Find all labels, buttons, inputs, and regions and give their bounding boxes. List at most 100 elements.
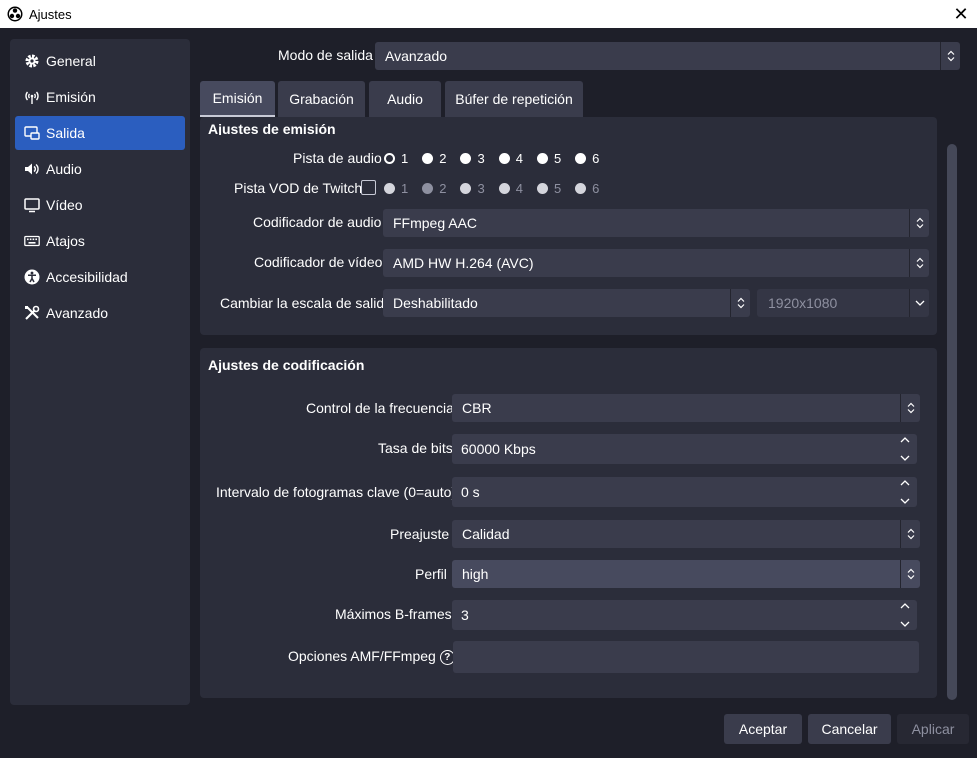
output-mode-value: Avanzado <box>385 48 448 64</box>
rate-control-label: Control de la frecuencia <box>306 400 454 416</box>
audio-track-radio-2[interactable]: 2 <box>422 151 446 166</box>
preset-label: Preajuste <box>390 526 450 542</box>
vod-track-radio-2[interactable]: 2 <box>422 181 446 196</box>
sidebar-item-stream[interactable]: Emisión <box>15 80 185 114</box>
sidebar-item-hotkeys[interactable]: Atajos <box>15 224 185 258</box>
monitor-icon <box>23 196 41 214</box>
stream-settings-title-clip: Ajustes de emisión <box>200 117 937 135</box>
rate-control-select[interactable]: CBR <box>452 394 920 422</box>
vod-track-radio-5[interactable]: 5 <box>536 181 561 196</box>
profile-select[interactable]: high <box>452 560 920 588</box>
vod-track-radio-3[interactable]: 3 <box>460 181 485 196</box>
keyframe-interval-spinbox[interactable]: 0 s <box>452 477 917 507</box>
amf-options-label: Opciones AMF/FFmpeg? <box>288 648 455 665</box>
accessibility-icon <box>23 268 41 286</box>
audio-track-radio-4[interactable]: 4 <box>498 151 523 166</box>
spin-arrows-icon[interactable] <box>899 603 911 627</box>
rescale-resolution-combo[interactable]: 1920x1080 <box>757 289 929 317</box>
bframes-spinbox[interactable]: 3 <box>452 600 917 630</box>
audio-track-radio-3[interactable]: 3 <box>460 151 485 166</box>
sidebar-item-output[interactable]: Salida <box>15 116 185 150</box>
obs-icon <box>7 6 23 22</box>
sidebar-item-accessibility[interactable]: Accesibilidad <box>15 260 185 294</box>
speaker-icon <box>23 160 41 178</box>
updown-arrows-icon <box>909 209 929 237</box>
gear-icon <box>23 52 41 70</box>
rescale-select[interactable]: Deshabilitado <box>383 289 750 317</box>
sidebar-item-label: General <box>46 53 96 69</box>
audio-encoder-select[interactable]: FFmpeg AAC <box>383 209 929 237</box>
output-icon <box>23 124 41 142</box>
updown-arrows-icon <box>900 394 920 422</box>
tools-icon <box>23 304 41 322</box>
sidebar-item-audio[interactable]: Audio <box>15 152 185 186</box>
audio-track-label: Pista de audio <box>293 150 382 166</box>
sidebar-item-label: Emisión <box>46 89 96 105</box>
output-mode-label: Modo de salida <box>278 47 373 63</box>
audio-track-radio-6[interactable]: 6 <box>575 151 599 166</box>
vod-track-radio-6[interactable]: 6 <box>575 181 599 196</box>
keyframe-interval-label: Intervalo de fotogramas clave (0=auto) <box>216 484 457 500</box>
cancel-button[interactable]: Cancelar <box>808 714 891 744</box>
vod-track-checkbox[interactable] <box>361 180 376 195</box>
window-title: Ajustes <box>29 6 72 22</box>
spin-arrows-icon[interactable] <box>899 437 911 461</box>
title-bar: Ajustes ✕ <box>0 0 977 28</box>
bframes-label: Máximos B-frames <box>335 606 452 622</box>
tab-replay-buffer[interactable]: Búfer de repetición <box>445 81 583 117</box>
sidebar-item-video[interactable]: Vídeo <box>15 188 185 222</box>
audio-encoder-label: Codificador de audio <box>253 214 382 230</box>
rescale-label: Cambiar la escala de salida <box>220 295 392 311</box>
video-encoder-select[interactable]: AMD HW H.264 (AVC) <box>383 249 929 277</box>
close-button[interactable]: ✕ <box>945 0 977 28</box>
accept-button[interactable]: Aceptar <box>724 714 802 744</box>
tab-label: Búfer de repetición <box>455 91 573 107</box>
tab-label: Audio <box>387 91 423 107</box>
vod-track-radio-1[interactable]: 1 <box>384 181 408 196</box>
audio-encoder-value: FFmpeg AAC <box>393 215 478 231</box>
amf-options-label-text: Opciones AMF/FFmpeg <box>288 648 436 664</box>
audio-track-radio-1[interactable]: 1 <box>384 151 408 166</box>
video-encoder-label: Codificador de vídeo <box>254 254 383 270</box>
encoder-settings-title: Ajustes de codificación <box>208 357 365 373</box>
sidebar-item-label: Audio <box>46 161 82 177</box>
preset-select[interactable]: Calidad <box>452 520 920 548</box>
chevron-down-icon <box>909 289 929 317</box>
sidebar-item-label: Accesibilidad <box>46 269 128 285</box>
scrollbar-thumb[interactable] <box>947 144 957 700</box>
profile-value: high <box>462 566 489 582</box>
settings-sidebar: General Emisión Salida Audio Vídeo Atajo… <box>10 39 190 705</box>
video-encoder-value: AMD HW H.264 (AVC) <box>393 255 534 271</box>
output-mode-select[interactable]: Avanzado <box>375 42 960 70</box>
preset-value: Calidad <box>462 526 510 542</box>
audio-track-radio-5[interactable]: 5 <box>536 151 561 166</box>
vod-track-label: Pista VOD de Twitch <box>234 180 363 196</box>
bframes-value: 3 <box>461 607 469 623</box>
profile-label: Perfil <box>415 566 447 582</box>
audio-track-radios: 1 2 3 4 5 6 <box>384 148 607 168</box>
tab-audio[interactable]: Audio <box>369 81 441 117</box>
updown-arrows-icon <box>940 42 960 70</box>
tab-stream[interactable]: Emisión <box>200 81 275 117</box>
updown-arrows-icon <box>900 560 920 588</box>
sidebar-item-advanced[interactable]: Avanzado <box>15 296 185 330</box>
close-icon: ✕ <box>953 3 969 25</box>
sidebar-item-label: Vídeo <box>46 197 83 213</box>
apply-button[interactable]: Aplicar <box>897 714 969 744</box>
vod-track-radio-4[interactable]: 4 <box>498 181 523 196</box>
rescale-value: Deshabilitado <box>393 295 478 311</box>
updown-arrows-icon <box>909 249 929 277</box>
sidebar-item-label: Atajos <box>46 233 85 249</box>
bitrate-label: Tasa de bits <box>378 440 453 456</box>
bitrate-value: 60000 Kbps <box>461 441 536 457</box>
tab-recording[interactable]: Grabación <box>278 81 365 117</box>
tab-label: Emisión <box>212 90 263 106</box>
bitrate-spinbox[interactable]: 60000 Kbps <box>452 434 917 464</box>
vod-track-radios: 1 2 3 4 5 6 <box>384 178 607 198</box>
amf-options-input[interactable] <box>453 641 919 673</box>
updown-arrows-icon <box>900 520 920 548</box>
spin-arrows-icon[interactable] <box>899 480 911 504</box>
stream-settings-title: Ajustes de emisión <box>208 121 336 135</box>
antenna-icon <box>23 88 41 106</box>
sidebar-item-general[interactable]: General <box>15 44 185 78</box>
